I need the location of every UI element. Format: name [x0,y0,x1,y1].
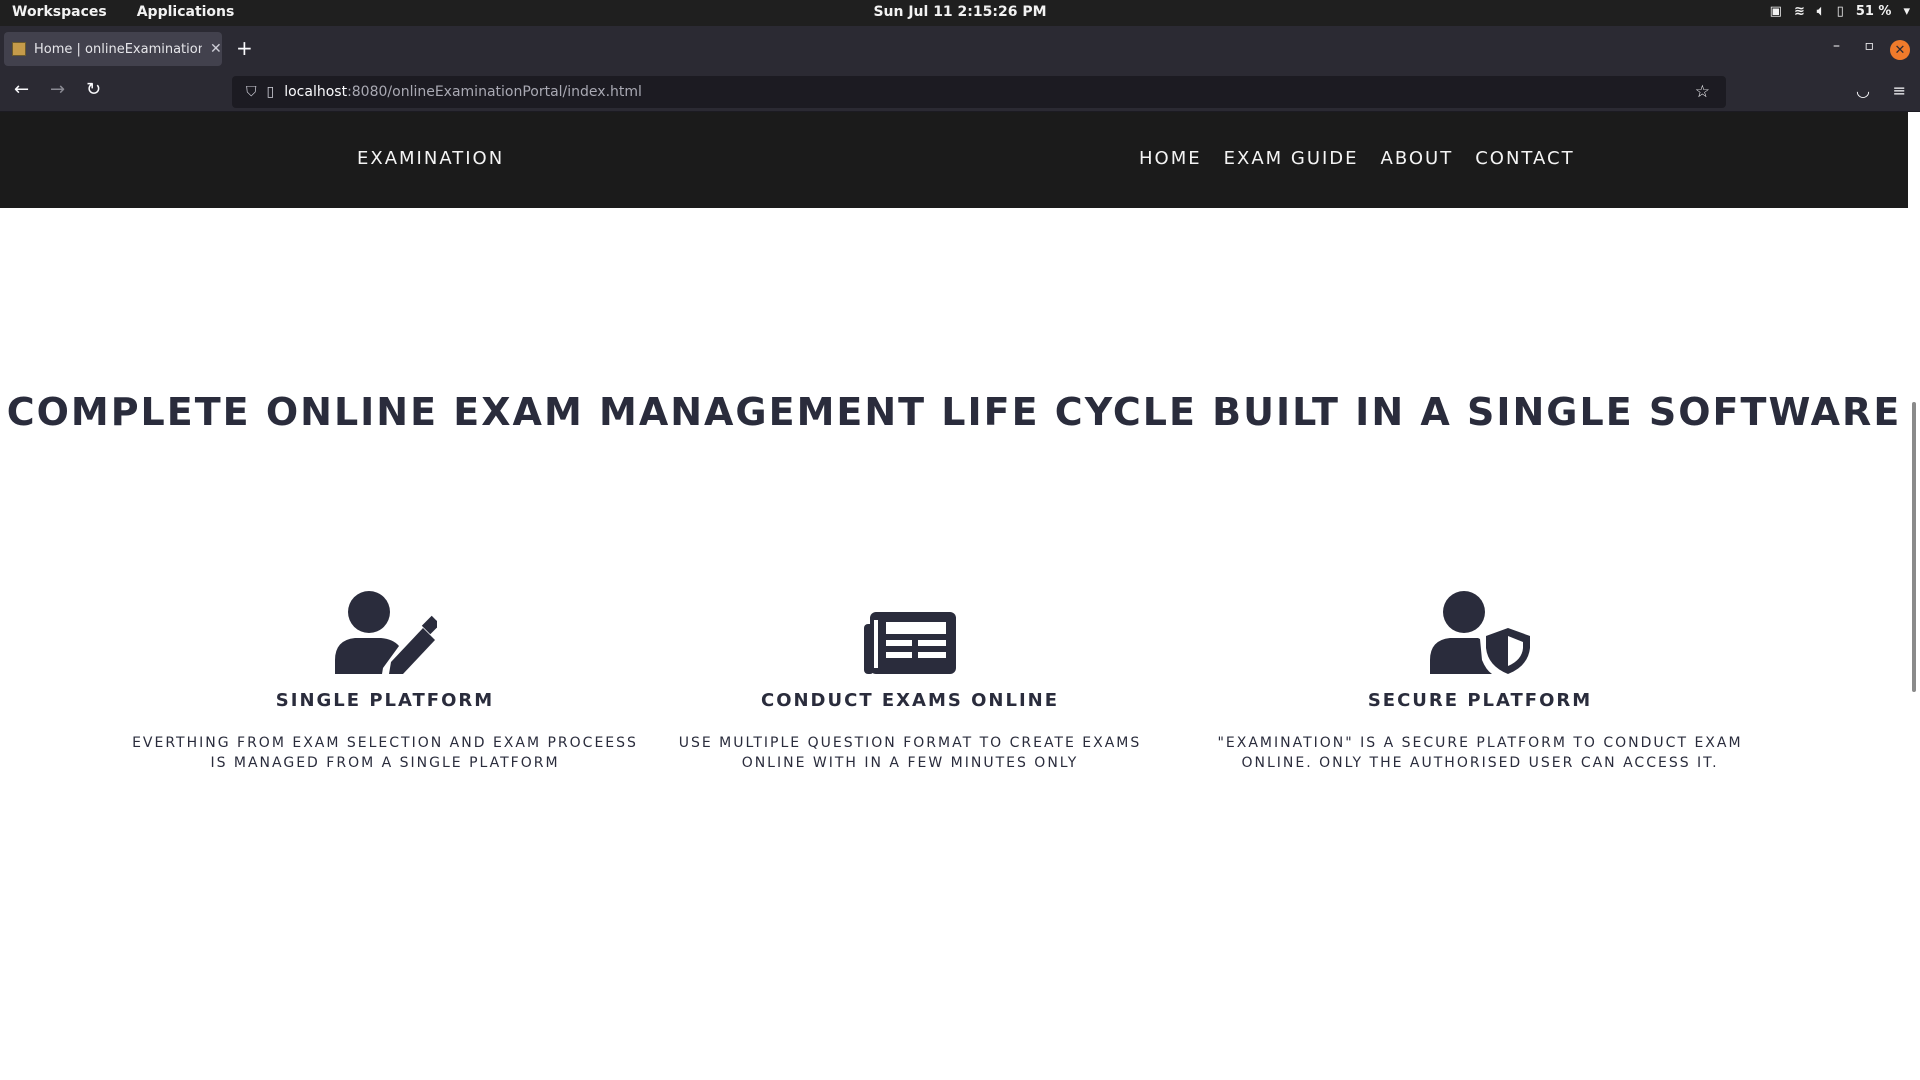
shield-icon[interactable]: ⛉ [246,84,257,100]
feature-single-platform: SINGLE PLATFORM EVERTHING FROM EXAM SELE… [120,582,650,773]
feature-desc-line: USE MULTIPLE QUESTION FORMAT TO CREATE E… [678,735,1142,751]
tab-title: Home | onlineExaminationPortal [34,41,202,57]
scrollbar-thumb[interactable] [1912,402,1916,692]
url-bar[interactable]: ⛉ ▯ localhost:8080/onlineExaminationPort… [232,76,1726,108]
user-shield-icon [1430,591,1530,674]
os-top-bar: Workspaces Applications Sun Jul 11 2:15:… [0,0,1920,26]
browser-tab-strip: Home | onlineExaminationPortal ✕ + – ▫ ✕ [0,26,1920,70]
newspaper-icon [864,612,956,674]
feature-title: SINGLE PLATFORM [275,690,495,711]
url-path: :8080/onlineExaminationPortal/index.html [347,84,642,100]
wifi-icon[interactable]: ≋ [1794,4,1805,19]
url-host: localhost [284,84,348,100]
nav-home-link[interactable]: HOME [1139,148,1202,169]
page-icon[interactable]: ▯ [267,84,275,100]
chevron-down-icon[interactable]: ▾ [1903,4,1910,19]
feature-title: SECURE PLATFORM [1367,690,1593,711]
user-edit-icon [335,591,437,674]
bookmark-star-icon[interactable]: ☆ [1695,82,1710,102]
back-arrow-icon[interactable]: ← [14,80,29,100]
page-headline: COMPLETE ONLINE EXAM MANAGEMENT LIFE CYC… [6,390,1902,434]
site-header: EXAMINATION HOME EXAM GUIDE ABOUT CONTAC… [0,112,1908,208]
web-page: EXAMINATION HOME EXAM GUIDE ABOUT CONTAC… [0,112,1908,1080]
favicon-icon [12,42,26,56]
battery-icon[interactable]: ▯ [1837,4,1844,19]
reload-icon[interactable]: ↻ [86,80,101,100]
feature-desc-line: EVERTHING FROM EXAM SELECTION AND EXAM P… [132,735,638,751]
feature-description: "EXAMINATION" IS A SECURE PLATFORM TO CO… [1190,733,1770,773]
nav-contact-link[interactable]: CONTACT [1475,148,1574,169]
display-icon[interactable]: ▣ [1770,4,1782,19]
forward-arrow-icon[interactable]: → [50,80,65,100]
close-tab-icon[interactable]: ✕ [210,41,222,57]
feature-desc-line: "EXAMINATION" IS A SECURE PLATFORM TO CO… [1217,735,1743,751]
volume-icon[interactable]: 🔈︎ [1817,4,1825,19]
feature-description: EVERTHING FROM EXAM SELECTION AND EXAM P… [120,733,650,773]
feature-conduct-exams: CONDUCT EXAMS ONLINE USE MULTIPLE QUESTI… [660,582,1160,773]
feature-title: CONDUCT EXAMS ONLINE [760,690,1060,711]
browser-tab[interactable]: Home | onlineExaminationPortal ✕ [4,32,222,66]
nav-exam-guide-link[interactable]: EXAM GUIDE [1224,148,1359,169]
feature-secure-platform: SECURE PLATFORM "EXAMINATION" IS A SECUR… [1190,582,1770,773]
feature-desc-line: IS MANAGED FROM A SINGLE PLATFORM [210,755,560,771]
close-window-button[interactable]: ✕ [1890,40,1910,60]
minimize-window-button[interactable]: – [1833,38,1840,54]
system-clock[interactable]: Sun Jul 11 2:15:26 PM [0,4,1920,20]
feature-description: USE MULTIPLE QUESTION FORMAT TO CREATE E… [660,733,1160,773]
feature-desc-line: ONLINE WITH IN A FEW MINUTES ONLY [741,755,1079,771]
feature-desc-line: ONLINE. ONLY THE AUTHORISED USER CAN ACC… [1241,755,1719,771]
page-scrollbar[interactable] [1908,112,1920,1080]
hamburger-menu-icon[interactable]: ≡ [1893,81,1906,100]
site-nav: HOME EXAM GUIDE ABOUT CONTACT [1139,148,1575,169]
maximize-window-button[interactable]: ▫ [1865,38,1875,54]
browser-nav-bar: ← → ↻ ⛉ ▯ localhost:8080/onlineExaminati… [0,70,1920,112]
new-tab-button[interactable]: + [236,38,253,58]
site-brand[interactable]: EXAMINATION [357,148,504,169]
pocket-icon[interactable]: ◡ [1856,81,1870,100]
nav-about-link[interactable]: ABOUT [1381,148,1454,169]
battery-level: 51 % [1855,4,1892,19]
